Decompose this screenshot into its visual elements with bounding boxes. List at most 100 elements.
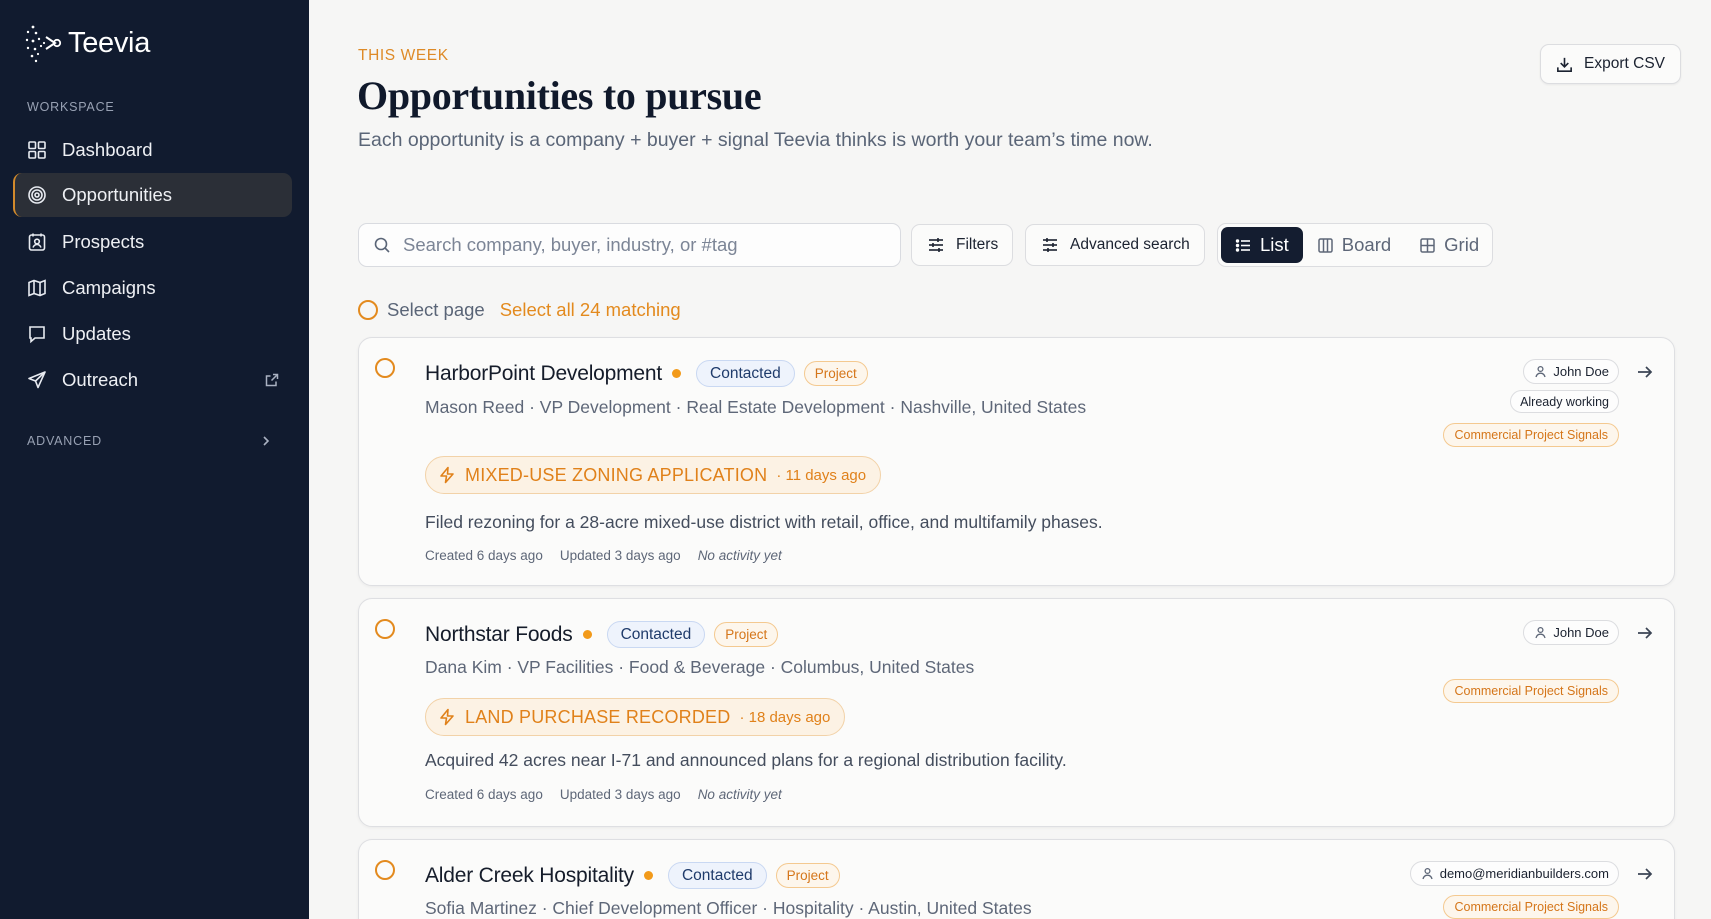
- sidebar-item-campaigns[interactable]: Campaigns: [13, 266, 292, 310]
- priority-dot: [643, 871, 653, 880]
- contact-card-icon: [28, 233, 46, 251]
- signal-category-tag: Commercial Project Signals: [1443, 679, 1619, 703]
- arrow-right-icon[interactable]: [1635, 362, 1655, 382]
- activity-status: No activity yet: [697, 787, 782, 802]
- signal-title: MIXED-USE ZONING APPLICATION: [465, 464, 768, 485]
- sidebar-item-dashboard[interactable]: Dashboard: [13, 128, 292, 172]
- search-icon: [374, 237, 390, 253]
- updated-date: Updated 3 days ago: [559, 548, 681, 563]
- user-icon: [1422, 867, 1433, 880]
- grid-icon: [1420, 237, 1435, 253]
- card-footer: Created 6 days ago Updated 3 days ago No…: [425, 787, 782, 802]
- sidebar-item-updates[interactable]: Updates: [13, 312, 292, 356]
- sidebar-item-prospects[interactable]: Prospects: [13, 220, 292, 264]
- view-board-button[interactable]: Board: [1303, 227, 1405, 263]
- updated-date: Updated 3 days ago: [559, 787, 681, 802]
- search-field[interactable]: [358, 223, 901, 267]
- view-board-label: Board: [1341, 234, 1392, 255]
- teevia-logo-icon: [25, 25, 62, 63]
- filters-button[interactable]: Filters: [911, 224, 1014, 266]
- page-title: Opportunities to pursue: [357, 73, 762, 118]
- status-badge: Contacted: [667, 862, 767, 889]
- sliders-icon: [929, 238, 943, 252]
- sidebar-item-outreach[interactable]: Outreach: [13, 358, 292, 402]
- card-select-checkbox[interactable]: [375, 358, 395, 378]
- status-badge: Contacted: [696, 360, 795, 387]
- message-icon: [29, 326, 45, 344]
- target-icon: [28, 186, 46, 204]
- main-content: THIS WEEK Opportunities to pursue Each o…: [309, 0, 1711, 919]
- card-select-checkbox[interactable]: [375, 619, 395, 639]
- lightning-icon: [440, 466, 454, 484]
- created-date: Created 6 days ago: [425, 787, 543, 802]
- chevron-right-icon[interactable]: [259, 434, 273, 448]
- page-eyebrow: THIS WEEK: [358, 47, 449, 64]
- company-name[interactable]: Alder Creek Hospitality: [425, 864, 634, 888]
- page-subtitle: Each opportunity is a company + buyer + …: [358, 129, 1153, 151]
- user-icon: [1535, 365, 1546, 378]
- brand-logo[interactable]: Teevia: [24, 22, 150, 64]
- owner-name: John Doe: [1553, 364, 1609, 379]
- filters-label: Filters: [956, 236, 999, 253]
- card-footer: Created 6 days ago Updated 3 days ago No…: [425, 548, 782, 563]
- company-name[interactable]: HarborPoint Development: [425, 362, 662, 386]
- owner-email: demo@meridianbuilders.com: [1439, 866, 1609, 881]
- download-icon: [1557, 57, 1572, 72]
- owner-chip[interactable]: John Doe: [1523, 620, 1619, 645]
- dashboard-icon: [28, 141, 46, 159]
- advanced-section-toggle[interactable]: ADVANCED: [27, 434, 102, 448]
- type-badge: Project: [714, 622, 779, 647]
- export-csv-button[interactable]: Export CSV: [1540, 44, 1681, 84]
- export-csv-label: Export CSV: [1584, 55, 1665, 72]
- board-icon: [1318, 237, 1333, 253]
- opportunity-card[interactable]: Northstar Foods Contacted Project Dana K…: [358, 598, 1675, 827]
- type-badge: Project: [775, 863, 840, 888]
- card-select-checkbox[interactable]: [375, 860, 395, 880]
- signal-age: · 11 days ago: [776, 466, 867, 484]
- map-icon: [28, 279, 46, 297]
- signal-pill: LAND PURCHASE RECORDED · 18 days ago: [425, 698, 846, 736]
- owner-name: John Doe: [1553, 625, 1609, 640]
- card-header: HarborPoint Development Contacted Projec…: [425, 360, 868, 387]
- send-icon: [28, 371, 46, 389]
- arrow-right-icon[interactable]: [1635, 864, 1655, 884]
- list-icon: [1235, 238, 1250, 252]
- card-header: Northstar Foods Contacted Project: [425, 621, 779, 648]
- signal-category-tag: Commercial Project Signals: [1443, 895, 1619, 919]
- buyer-meta: Mason Reed · VP Development · Real Estat…: [425, 397, 1087, 417]
- sidebar-item-label: Outreach: [62, 369, 139, 390]
- activity-status: No activity yet: [697, 548, 782, 563]
- signal-title: LAND PURCHASE RECORDED: [465, 706, 731, 727]
- view-list-label: List: [1260, 234, 1289, 255]
- user-icon: [1535, 626, 1546, 639]
- view-grid-button[interactable]: Grid: [1405, 227, 1493, 263]
- search-input[interactable]: [403, 234, 883, 256]
- view-switcher: List Board Grid: [1217, 223, 1493, 267]
- opportunity-card[interactable]: HarborPoint Development Contacted Projec…: [358, 337, 1675, 586]
- select-all-link[interactable]: Select all 24 matching: [500, 299, 681, 321]
- owner-chip[interactable]: demo@meridianbuilders.com: [1409, 861, 1619, 886]
- signal-age: · 18 days ago: [739, 708, 831, 726]
- signal-category-tag: Commercial Project Signals: [1443, 423, 1619, 447]
- opportunity-card[interactable]: Alder Creek Hospitality Contacted Projec…: [358, 839, 1675, 919]
- sidebar-item-opportunities[interactable]: Opportunities: [13, 173, 292, 217]
- external-link-icon: [265, 373, 279, 387]
- created-date: Created 6 days ago: [425, 548, 543, 563]
- company-name[interactable]: Northstar Foods: [425, 623, 573, 647]
- sidebar: Teevia WORKSPACE Dashboard Opportunities…: [0, 0, 309, 919]
- already-working-badge: Already working: [1510, 390, 1619, 413]
- select-page-label[interactable]: Select page: [387, 299, 485, 321]
- view-list-button[interactable]: List: [1221, 227, 1303, 263]
- select-page-checkbox[interactable]: [358, 300, 378, 320]
- sliders-icon: [1043, 238, 1057, 252]
- advanced-search-button[interactable]: Advanced search: [1025, 224, 1205, 266]
- selection-bar: Select page Select all 24 matching: [358, 299, 681, 321]
- owner-chip[interactable]: John Doe: [1523, 359, 1619, 384]
- status-badge: Contacted: [606, 621, 706, 648]
- card-header: Alder Creek Hospitality Contacted Projec…: [425, 862, 840, 889]
- workspace-section-label: WORKSPACE: [27, 100, 115, 114]
- arrow-right-icon[interactable]: [1635, 623, 1655, 643]
- priority-dot: [582, 630, 592, 639]
- priority-dot: [672, 369, 682, 378]
- view-grid-label: Grid: [1444, 234, 1480, 255]
